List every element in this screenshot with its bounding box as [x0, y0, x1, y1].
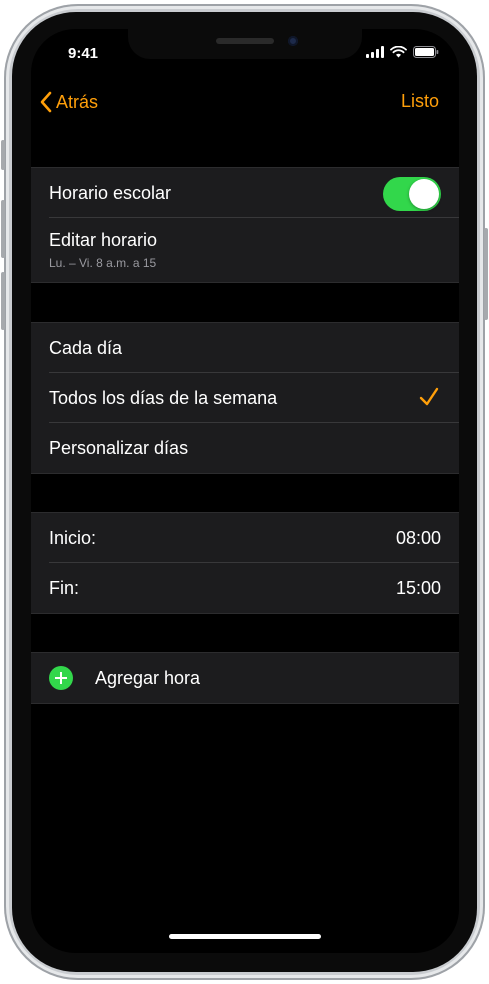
chevron-left-icon [40, 91, 52, 113]
done-button[interactable]: Listo [401, 91, 439, 112]
toggle-knob [409, 179, 439, 209]
battery-icon [413, 46, 439, 58]
day-option-label: Cada día [49, 338, 123, 358]
edit-schedule-summary: Lu. – Vi. 8 a.m. a 15 [49, 256, 157, 270]
edit-schedule-row[interactable]: Editar horario Lu. – Vi. 8 a.m. a 15 [31, 218, 459, 282]
status-time: 9:41 [68, 45, 99, 62]
add-time-row[interactable]: Agregar hora [31, 653, 459, 703]
end-time-value: 15:00 [395, 578, 441, 598]
edit-schedule-label: Editar horario [49, 230, 158, 250]
front-camera [288, 36, 298, 46]
navigation-bar: Atrás Listo [31, 91, 459, 121]
school-schedule-row: Horario escolar [31, 168, 459, 218]
add-time-label: Agregar hora [95, 668, 201, 688]
school-schedule-label: Horario escolar [49, 183, 172, 203]
notch [128, 29, 362, 59]
back-label: Atrás [56, 91, 99, 112]
add-icon[interactable] [49, 666, 73, 690]
times-group: Inicio: 08:00 Fin: 15:00 [31, 512, 459, 614]
days-group: Cada día Todos los días de la semana Per… [31, 322, 459, 474]
back-button[interactable]: Atrás [39, 91, 98, 113]
home-indicator[interactable] [169, 934, 321, 939]
day-option-weekdays[interactable]: Todos los días de la semana [31, 373, 459, 423]
mute-switch [1, 140, 5, 170]
speaker [216, 38, 274, 44]
day-option-every-day[interactable]: Cada día [31, 323, 459, 373]
add-time-group: Agregar hora [31, 652, 459, 704]
power-button [484, 228, 488, 320]
end-time-row[interactable]: Fin: 15:00 [31, 563, 459, 613]
status-icons [366, 46, 439, 58]
wifi-icon [390, 46, 407, 58]
start-time-row[interactable]: Inicio: 08:00 [31, 513, 459, 563]
checkmark-icon [419, 387, 439, 406]
volume-up-button [1, 200, 5, 258]
day-option-custom[interactable]: Personalizar días [31, 423, 459, 473]
school-schedule-toggle[interactable] [383, 177, 441, 211]
start-time-label: Inicio: [49, 528, 97, 548]
screen: 9:41 Atrás Listo Horario escolar Editar … [31, 29, 459, 953]
day-option-label: Todos los días de la semana [49, 388, 278, 408]
schedule-group: Horario escolar Editar horario Lu. – Vi.… [31, 167, 459, 283]
end-time-label: Fin: [49, 578, 80, 598]
start-time-value: 08:00 [395, 528, 441, 548]
day-option-label: Personalizar días [49, 438, 189, 458]
volume-down-button [1, 272, 5, 330]
cellular-signal-icon [366, 46, 384, 58]
